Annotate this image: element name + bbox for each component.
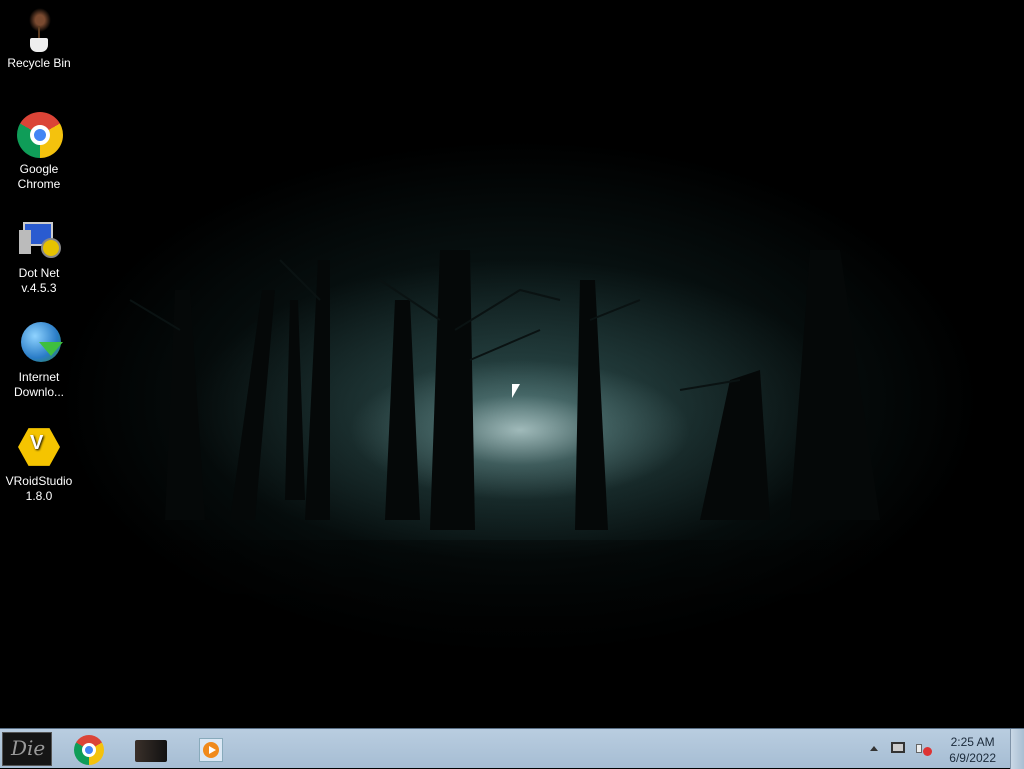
system-clock[interactable]: 2:25 AM 6/9/2022 xyxy=(949,734,996,766)
network-icon[interactable] xyxy=(891,742,905,753)
volume-muted-icon[interactable] xyxy=(916,741,932,757)
icon-label: Recycle Bin xyxy=(7,56,71,70)
icon-label: Google Chrome xyxy=(17,162,61,191)
clock-time: 2:25 AM xyxy=(950,735,995,749)
dotnet-installer-icon xyxy=(15,216,63,264)
desktop-icon-google-chrome[interactable]: Google Chrome xyxy=(2,112,76,192)
show-hidden-icons-button[interactable] xyxy=(870,746,878,751)
plant-recycle-bin-icon xyxy=(15,6,63,54)
desktop-icon-recycle-bin[interactable]: Recycle Bin xyxy=(2,6,76,71)
desktop-icon-dot-net[interactable]: Dot Net v.4.5.3 xyxy=(2,216,76,296)
icon-label: Internet Downlo... xyxy=(13,370,65,399)
forest-trees xyxy=(0,250,1024,728)
media-player-icon xyxy=(199,738,223,762)
start-button[interactable]: Die xyxy=(2,732,52,766)
desktop-wallpaper xyxy=(0,0,1024,728)
icon-label: Dot Net v.4.5.3 xyxy=(18,266,60,295)
taskbar: Die 2:25 AM 6/9/2022 xyxy=(0,728,1024,769)
chrome-icon xyxy=(15,112,63,160)
desktop-icon-vroidstudio[interactable]: V VRoidStudio 1.8.0 xyxy=(2,424,76,504)
taskbar-folder-button[interactable] xyxy=(130,732,172,766)
icon-label: VRoidStudio 1.8.0 xyxy=(5,474,73,503)
clock-date: 6/9/2022 xyxy=(949,751,996,765)
show-desktop-button[interactable] xyxy=(1010,729,1024,769)
taskbar-media-player-button[interactable] xyxy=(190,732,232,766)
mouse-cursor xyxy=(512,384,520,398)
desktop-icon-internet-download-manager[interactable]: Internet Downlo... xyxy=(2,320,76,400)
internet-download-manager-icon xyxy=(15,320,63,368)
taskbar-chrome-button[interactable] xyxy=(68,732,110,766)
vroid-icon: V xyxy=(15,424,63,472)
folder-icon xyxy=(135,740,167,762)
